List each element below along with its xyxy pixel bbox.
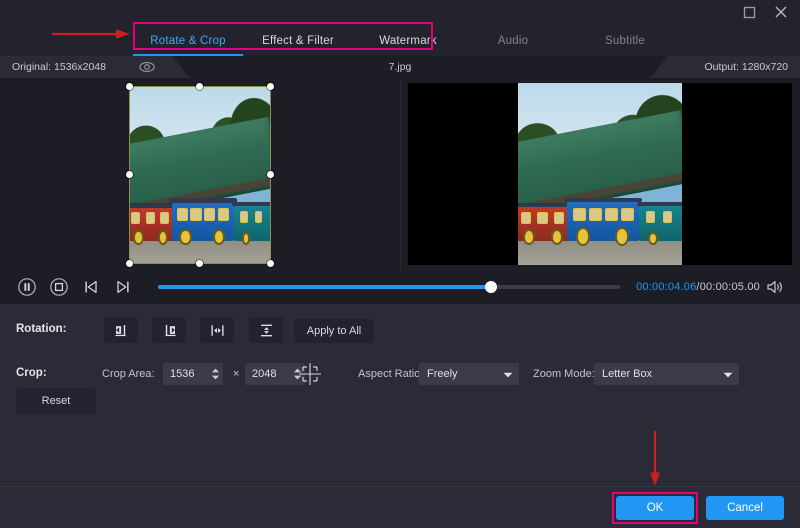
rotate-right-icon[interactable] xyxy=(152,317,186,343)
crop-handle-middle-right xyxy=(267,171,274,178)
crop-handle-top-center xyxy=(196,83,203,90)
ok-button[interactable]: OK xyxy=(616,496,694,520)
reset-button[interactable]: Reset xyxy=(16,388,96,414)
controls-panel: Rotation: xyxy=(0,304,800,486)
output-canvas xyxy=(408,83,792,265)
tab-bar: Rotate & Crop Effect & Filter Watermark … xyxy=(0,26,800,56)
maximize-icon[interactable] xyxy=(738,2,760,22)
output-resolution-label: Output: 1280x720 xyxy=(705,56,788,78)
flip-vertical-icon[interactable] xyxy=(249,317,283,343)
progress-slider[interactable] xyxy=(158,285,620,289)
rotation-label: Rotation: xyxy=(16,323,66,335)
crop-label: Crop: xyxy=(16,367,47,379)
aspect-ratio-value: Freely xyxy=(427,368,503,380)
chevron-down-icon xyxy=(503,365,513,383)
crop-selection-frame[interactable] xyxy=(129,86,271,264)
rotate-left-icon[interactable] xyxy=(104,317,138,343)
crop-area-label: Crop Area: xyxy=(102,368,155,380)
stop-icon[interactable] xyxy=(46,274,72,300)
previous-frame-icon[interactable] xyxy=(78,274,104,300)
chevron-down-icon xyxy=(723,365,733,383)
tab-watermark[interactable]: Watermark xyxy=(353,26,463,56)
crop-height-value[interactable]: 2048 xyxy=(245,368,289,380)
next-frame-icon[interactable] xyxy=(110,274,136,300)
progress-fill xyxy=(158,285,491,289)
source-preview-pane[interactable] xyxy=(0,78,400,270)
crop-handle-top-right xyxy=(267,83,274,90)
volume-icon[interactable] xyxy=(760,279,790,295)
aspect-ratio-label: Aspect Ratio: xyxy=(358,368,423,380)
total-time: 00:00:05.00 xyxy=(700,281,760,293)
title-bar xyxy=(0,0,800,26)
current-time: 00:00:04.06 xyxy=(636,281,696,293)
crop-handle-bottom-right xyxy=(267,260,274,267)
letterbox-bar-left xyxy=(408,83,518,265)
tab-subtitle[interactable]: Subtitle xyxy=(580,26,670,56)
crop-dimension-separator: × xyxy=(233,368,239,380)
zoom-mode-value: Letter Box xyxy=(602,368,723,380)
crop-handle-bottom-left xyxy=(126,260,133,267)
preview-divider xyxy=(400,78,401,270)
crop-width-stepper[interactable]: 1536 xyxy=(163,363,223,385)
progress-knob[interactable] xyxy=(485,281,497,293)
playback-bar: 00:00:04.06/00:00:05.00 xyxy=(0,270,800,304)
window-controls xyxy=(738,2,792,22)
crop-handle-middle-left xyxy=(126,171,133,178)
filename-label: 7.jpg xyxy=(0,56,800,78)
zoom-mode-select[interactable]: Letter Box xyxy=(594,363,739,385)
aspect-ratio-select[interactable]: Freely xyxy=(419,363,519,385)
output-image xyxy=(518,83,682,265)
tab-rotate-crop[interactable]: Rotate & Crop xyxy=(133,26,243,56)
crop-handle-bottom-center xyxy=(196,260,203,267)
cancel-button[interactable]: Cancel xyxy=(706,496,784,520)
crop-width-value[interactable]: 1536 xyxy=(163,368,207,380)
crop-center-icon[interactable] xyxy=(296,360,324,388)
pause-icon[interactable] xyxy=(14,274,40,300)
tab-audio[interactable]: Audio xyxy=(468,26,558,56)
zoom-mode-label: Zoom Mode: xyxy=(533,368,595,380)
crop-handle-top-left xyxy=(126,83,133,90)
tab-effect-filter[interactable]: Effect & Filter xyxy=(243,26,353,56)
apply-to-all-button[interactable]: Apply to All xyxy=(294,319,374,343)
footer-bar: OK Cancel xyxy=(0,487,800,528)
close-icon[interactable] xyxy=(770,2,792,22)
letterbox-bar-right xyxy=(682,83,792,265)
crop-width-arrows[interactable] xyxy=(207,363,223,385)
time-display: 00:00:04.06/00:00:05.00 xyxy=(636,281,760,293)
flip-horizontal-icon[interactable] xyxy=(200,317,234,343)
output-preview-pane xyxy=(400,78,800,270)
info-strip: Original: 1536x2048 7.jpg Output: 1280x7… xyxy=(0,56,800,78)
video-editor-dialog: Rotate & Crop Effect & Filter Watermark … xyxy=(0,0,800,528)
